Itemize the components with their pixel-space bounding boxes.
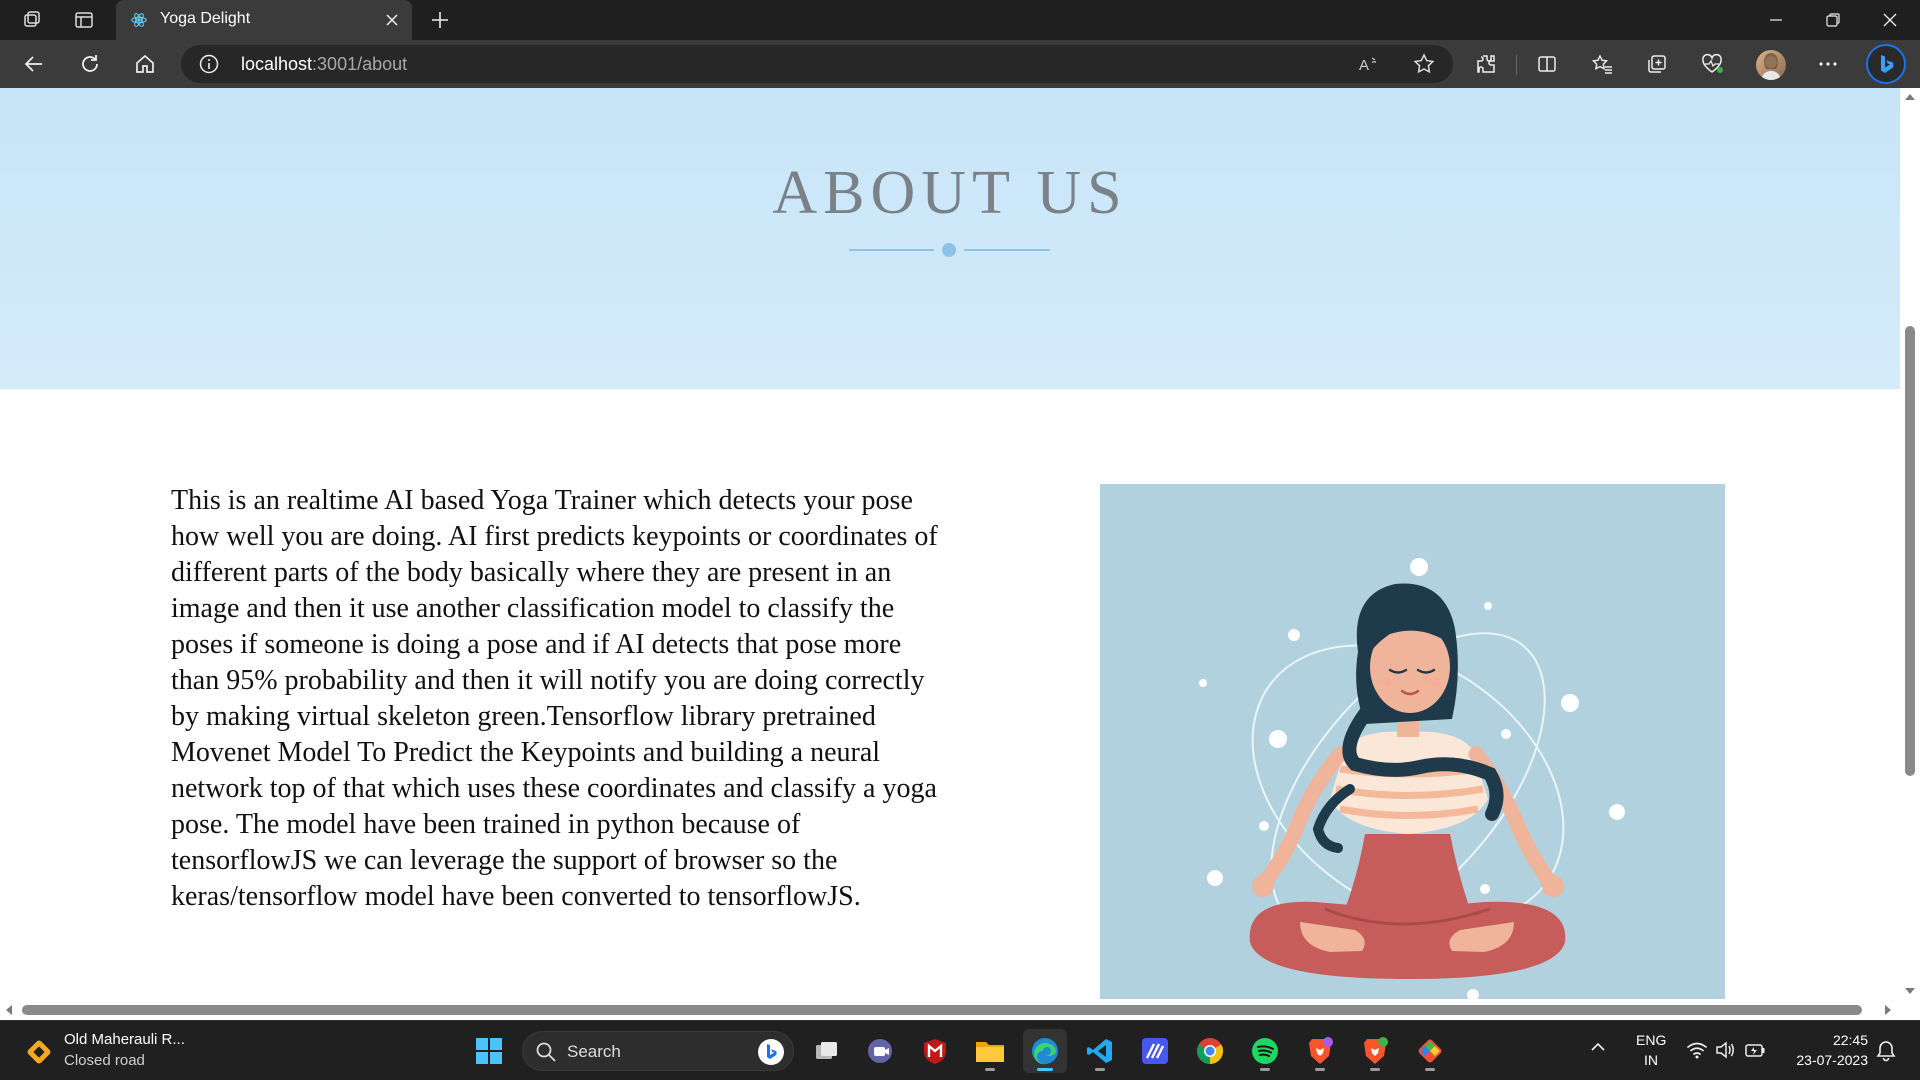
plus-icon[interactable] bbox=[420, 0, 460, 40]
scroll-down-icon[interactable] bbox=[1904, 986, 1916, 996]
traffic-warning-icon[interactable] bbox=[24, 1037, 54, 1067]
weather-title[interactable]: Old Maherauli R... bbox=[64, 1031, 185, 1048]
page-title: ABOUT US bbox=[772, 159, 1128, 227]
git-icon[interactable] bbox=[1408, 1029, 1452, 1073]
taskbar-search[interactable]: Search bbox=[522, 1031, 794, 1071]
browser-toolbar: localhost:3001/about A bbox=[0, 40, 1920, 88]
brave-beta-icon[interactable] bbox=[1353, 1029, 1397, 1073]
more-icon[interactable] bbox=[1808, 44, 1848, 84]
collections-icon[interactable] bbox=[1637, 44, 1677, 84]
weather-subtitle[interactable]: Closed road bbox=[64, 1052, 145, 1069]
tab-title: Yoga Delight bbox=[160, 10, 251, 27]
refresh-icon[interactable] bbox=[70, 44, 110, 84]
close-icon[interactable] bbox=[1862, 0, 1918, 40]
edge-icon[interactable] bbox=[1023, 1029, 1067, 1073]
split-screen-icon[interactable] bbox=[1527, 44, 1567, 84]
volume-icon[interactable] bbox=[1714, 1039, 1736, 1061]
url-path: :3001/about bbox=[312, 54, 408, 74]
tab-actions-icon[interactable] bbox=[62, 0, 106, 40]
brave-icon[interactable] bbox=[1298, 1029, 1342, 1073]
meditation-illustration bbox=[1100, 484, 1725, 999]
minimize-icon[interactable] bbox=[1748, 0, 1804, 40]
vertical-scroll-thumb[interactable] bbox=[1905, 326, 1915, 776]
divider-line-right bbox=[964, 249, 1050, 251]
workspaces-icon[interactable] bbox=[10, 0, 54, 40]
star-icon[interactable] bbox=[1409, 49, 1439, 79]
svg-text:A: A bbox=[1359, 57, 1369, 74]
vscode-icon[interactable] bbox=[1078, 1029, 1122, 1073]
search-placeholder: Search bbox=[567, 1042, 621, 1061]
windows-icon[interactable] bbox=[467, 1029, 511, 1073]
close-icon[interactable] bbox=[382, 10, 402, 30]
mcafee-icon[interactable] bbox=[913, 1029, 957, 1073]
battery-icon[interactable] bbox=[1744, 1039, 1766, 1061]
home-icon[interactable] bbox=[125, 44, 165, 84]
search-icon bbox=[536, 1042, 556, 1062]
clock-date[interactable]: 23-07-2023 bbox=[1786, 1052, 1868, 1068]
language-indicator[interactable]: ENG bbox=[1636, 1032, 1666, 1048]
running-indicator bbox=[985, 1068, 995, 1071]
toolbar-separator bbox=[1516, 55, 1517, 75]
language-region[interactable]: IN bbox=[1644, 1052, 1658, 1068]
scroll-left-icon[interactable] bbox=[4, 1004, 14, 1016]
horizontal-scrollbar[interactable] bbox=[0, 1000, 1900, 1020]
extensions-icon[interactable] bbox=[1466, 44, 1506, 84]
file-explorer-icon[interactable] bbox=[968, 1029, 1012, 1073]
task-view-icon[interactable] bbox=[804, 1029, 848, 1073]
read-aloud-icon[interactable]: A bbox=[1354, 49, 1384, 79]
vertical-scrollbar[interactable] bbox=[1900, 88, 1920, 1006]
restore-icon[interactable] bbox=[1805, 0, 1861, 40]
chrome-icon[interactable] bbox=[1188, 1029, 1232, 1073]
back-icon[interactable] bbox=[14, 44, 54, 84]
spotify-icon[interactable] bbox=[1243, 1029, 1287, 1073]
divider-line-left bbox=[849, 249, 934, 251]
running-indicator bbox=[1315, 1068, 1325, 1071]
about-description: This is an realtime AI based Yoga Traine… bbox=[171, 485, 938, 912]
url-host: localhost bbox=[241, 54, 313, 74]
chevron-up-icon[interactable] bbox=[1590, 1039, 1606, 1055]
scroll-up-icon[interactable] bbox=[1904, 92, 1916, 102]
health-icon[interactable] bbox=[1692, 44, 1732, 84]
running-indicator bbox=[1095, 1068, 1105, 1071]
avatar[interactable] bbox=[1756, 50, 1786, 80]
divider-dot bbox=[942, 243, 956, 257]
running-indicator bbox=[1260, 1068, 1270, 1071]
favorites-icon[interactable] bbox=[1582, 44, 1622, 84]
running-indicator bbox=[1037, 1068, 1053, 1071]
browser-titlebar: Yoga Delight bbox=[0, 0, 1920, 40]
windows-taskbar: Old Maherauli R... Closed road Search EN… bbox=[0, 1020, 1920, 1080]
browser-tab-active[interactable]: Yoga Delight bbox=[116, 0, 412, 40]
running-indicator bbox=[1370, 1068, 1380, 1071]
scroll-right-icon[interactable] bbox=[1883, 1004, 1893, 1016]
horizontal-scroll-thumb[interactable] bbox=[22, 1005, 1862, 1015]
url-text[interactable]: localhost:3001/about bbox=[241, 54, 407, 75]
notification-icon[interactable] bbox=[1874, 1039, 1898, 1063]
info-icon[interactable] bbox=[199, 54, 219, 74]
bing-icon[interactable] bbox=[1866, 44, 1906, 84]
about-hero: ABOUT US bbox=[0, 88, 1900, 389]
running-indicator bbox=[1425, 1068, 1435, 1071]
page-viewport: ABOUT US This is an realtime AI based Yo… bbox=[0, 88, 1900, 1006]
bing-icon[interactable] bbox=[757, 1038, 785, 1066]
address-bar[interactable]: localhost:3001/about A bbox=[181, 45, 1453, 83]
teams-icon[interactable] bbox=[858, 1029, 902, 1073]
tracker-icon[interactable] bbox=[1133, 1029, 1177, 1073]
clock-time[interactable]: 22:45 bbox=[1830, 1032, 1868, 1048]
react-favicon-icon bbox=[131, 13, 147, 27]
wifi-icon[interactable] bbox=[1686, 1039, 1708, 1061]
